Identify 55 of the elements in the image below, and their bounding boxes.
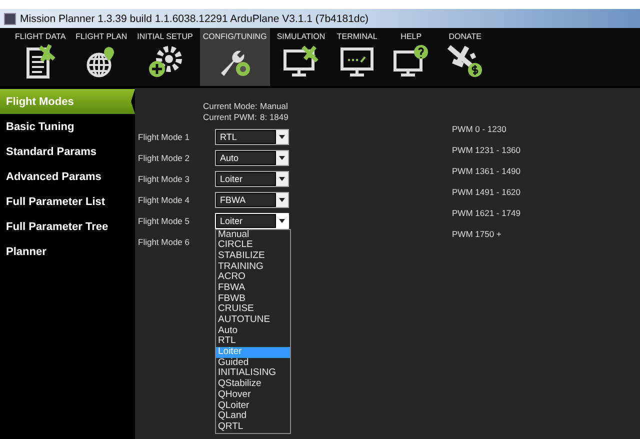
sidebar-item[interactable]: Basic Tuning (0, 114, 135, 139)
dropdown-option[interactable]: Auto (216, 326, 290, 336)
status-label: Current Mode: (203, 100, 255, 110)
mode-dropdown[interactable]: Loiter (215, 170, 289, 186)
dropdown-option[interactable]: FBWA (216, 282, 290, 294)
pwm-range: PWM 1231 - 1360 (452, 145, 521, 157)
mode-label: Flight Mode 1 (138, 132, 190, 142)
monitor-plane-icon (280, 43, 321, 79)
status-value: Manual (260, 100, 288, 110)
toolbar-tab[interactable]: CONFIG/TUNING (200, 28, 270, 86)
dropdown-option[interactable]: Guided (216, 358, 290, 368)
sidebar-item[interactable]: Full Parameter Tree (0, 214, 135, 239)
mode-label: Flight Mode 4 (138, 194, 190, 204)
mode-dropdown[interactable]: Auto (215, 150, 289, 166)
dropdown-option[interactable]: STABILIZE (216, 250, 290, 262)
toolbar-tab[interactable]: FLIGHT DATA (12, 28, 69, 86)
dropdown-option[interactable]: INITIALISING (216, 368, 290, 380)
toolbar-tab[interactable]: DONATE (440, 28, 490, 86)
dropdown-option[interactable]: RTL (216, 336, 290, 348)
dropdown-option[interactable]: QStabilize (216, 379, 290, 390)
mode-dropdown[interactable]: FBWA (215, 192, 289, 208)
dropdown-option[interactable]: QLoiter (216, 400, 290, 412)
toolbar-tab[interactable]: FLIGHT PLAN (72, 28, 130, 86)
dropdown-option[interactable]: AUTOTUNE (216, 315, 290, 326)
pwm-range: PWM 1750 + (452, 229, 502, 241)
dropdown-option[interactable]: Manual (216, 230, 290, 240)
pwm-range: PWM 1361 - 1490 (452, 166, 521, 178)
mode-label: Flight Mode 2 (138, 152, 190, 162)
toolbar-tab[interactable]: INITIAL SETUP (134, 28, 196, 86)
status-label: Current PWM: (203, 112, 255, 122)
window-title: Mission Planner 1.3.39 build 1.1.6038.12291 ArduPlane V3.1.1 (7b4181dc) (20, 12, 368, 24)
app-icon (4, 12, 16, 24)
dropdown-option[interactable]: QHover (216, 390, 290, 400)
dropdown-option[interactable]: QLand (216, 411, 290, 422)
toolbar-tab[interactable]: SIMULATION (274, 28, 328, 86)
mode-label: Flight Mode 5 (138, 216, 190, 226)
mode-label: Flight Mode 6 (138, 236, 190, 246)
dropdown-option[interactable]: CRUISE (216, 304, 290, 315)
status-value: 8: 1849 (260, 112, 288, 122)
sidebar-item[interactable]: Advanced Params (0, 164, 135, 189)
dropdown-option[interactable]: CIRCLE (216, 240, 290, 251)
dropdown-option[interactable]: FBWB (216, 294, 290, 304)
toolbar-tab[interactable]: HELP (386, 28, 436, 86)
sidebar-item[interactable]: Planner (0, 239, 135, 264)
toolbar-tab[interactable]: TERMINAL (332, 28, 382, 86)
sidebar-item[interactable]: Standard Params (0, 139, 135, 164)
pwm-range: PWM 1621 - 1749 (452, 208, 521, 220)
dropdown-option[interactable]: QRTL (216, 422, 290, 433)
mode-label: Flight Mode 3 (138, 174, 190, 184)
mode-dropdown[interactable]: RTL (215, 128, 289, 144)
dropdown-option[interactable]: ACRO (216, 272, 290, 283)
sidebar-item[interactable]: Full Parameter List (0, 189, 135, 214)
dropdown-option[interactable]: TRAINING (216, 262, 290, 272)
pwm-range: PWM 0 - 1230 (452, 124, 508, 136)
pwm-range: PWM 1491 - 1620 (452, 187, 521, 199)
